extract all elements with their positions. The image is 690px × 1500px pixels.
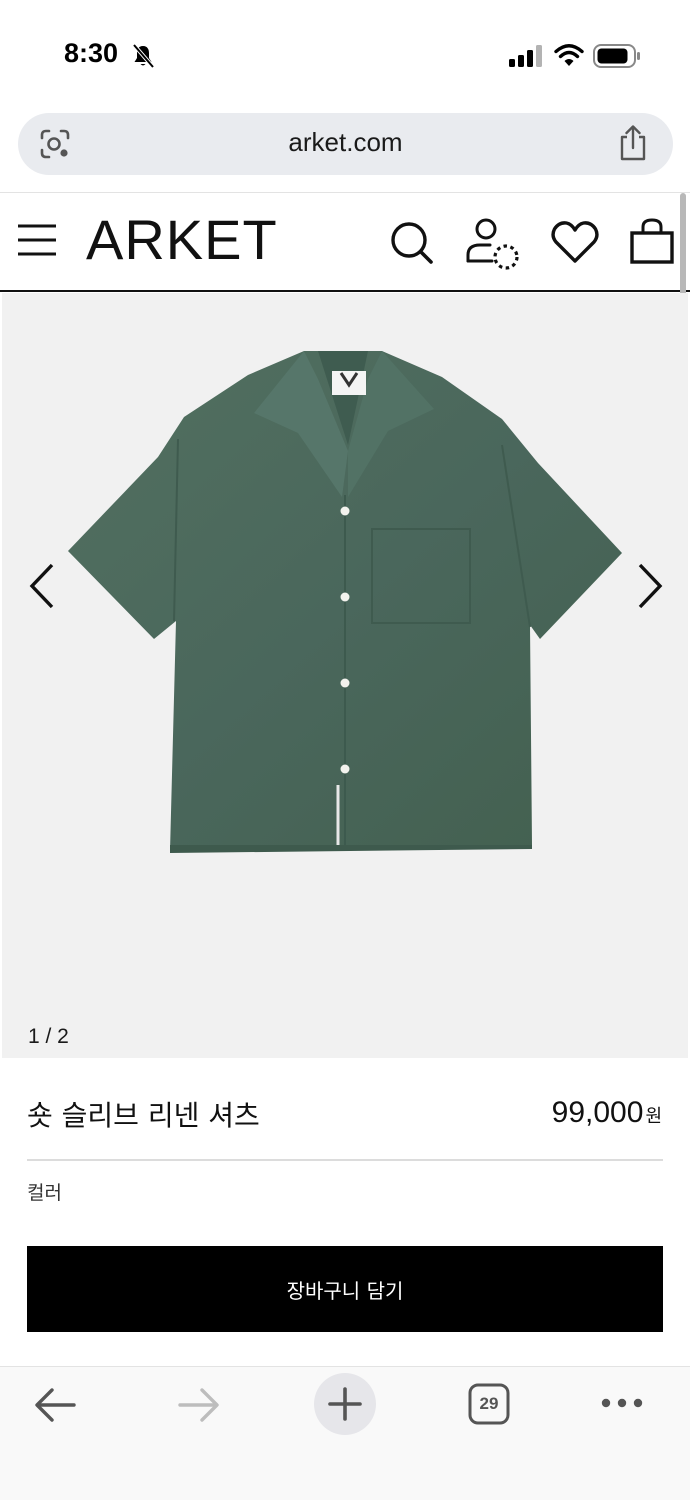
back-arrow-icon[interactable] — [32, 1385, 78, 1425]
product-gallery[interactable]: 1 / 2 — [2, 293, 688, 1058]
menu-icon[interactable] — [16, 221, 58, 259]
product-price: 99,000 원 — [552, 1096, 662, 1130]
more-icon[interactable] — [600, 1395, 644, 1411]
heart-icon[interactable] — [550, 219, 600, 265]
color-label: 컬러 — [27, 1182, 62, 1204]
brand-logo[interactable]: ARKET — [86, 207, 278, 272]
tab-count: 29 — [479, 1394, 499, 1413]
mute-bell-icon — [132, 43, 155, 69]
price-currency: 원 — [645, 1106, 662, 1127]
account-icon[interactable] — [464, 217, 522, 271]
search-icon[interactable] — [388, 219, 434, 265]
cellular-signal-icon — [509, 45, 542, 67]
chevron-left-icon[interactable] — [24, 561, 60, 611]
page: 8:30 arket.com ARKET 1 / 2 숏 슬리브 리넨 셔츠 9… — [0, 0, 690, 1500]
share-icon[interactable] — [616, 124, 650, 162]
product-name: 숏 슬리브 리넨 셔츠 — [27, 1099, 260, 1132]
battery-icon — [593, 44, 640, 68]
browser-toolbar: 29 — [0, 1367, 690, 1500]
chevron-right-icon[interactable] — [632, 561, 668, 611]
image-counter: 1 / 2 — [28, 1025, 69, 1048]
status-bar: 8:30 — [0, 0, 690, 100]
divider — [27, 1159, 663, 1161]
shopping-bag-icon[interactable] — [628, 217, 676, 265]
address-bar[interactable]: arket.com — [18, 113, 673, 175]
forward-arrow-icon[interactable] — [176, 1385, 222, 1425]
plus-icon — [328, 1387, 362, 1421]
add-to-cart-button[interactable]: 장바구니 담기 — [27, 1246, 663, 1332]
price-value: 99,000 — [551, 1096, 644, 1129]
tabs-button[interactable]: 29 — [468, 1383, 510, 1425]
status-time: 8:30 — [64, 38, 119, 68]
product-image[interactable] — [62, 345, 632, 865]
new-tab-button[interactable] — [314, 1373, 376, 1435]
site-header: ARKET — [0, 193, 690, 292]
url-text[interactable]: arket.com — [18, 127, 673, 158]
wifi-icon — [554, 44, 584, 66]
